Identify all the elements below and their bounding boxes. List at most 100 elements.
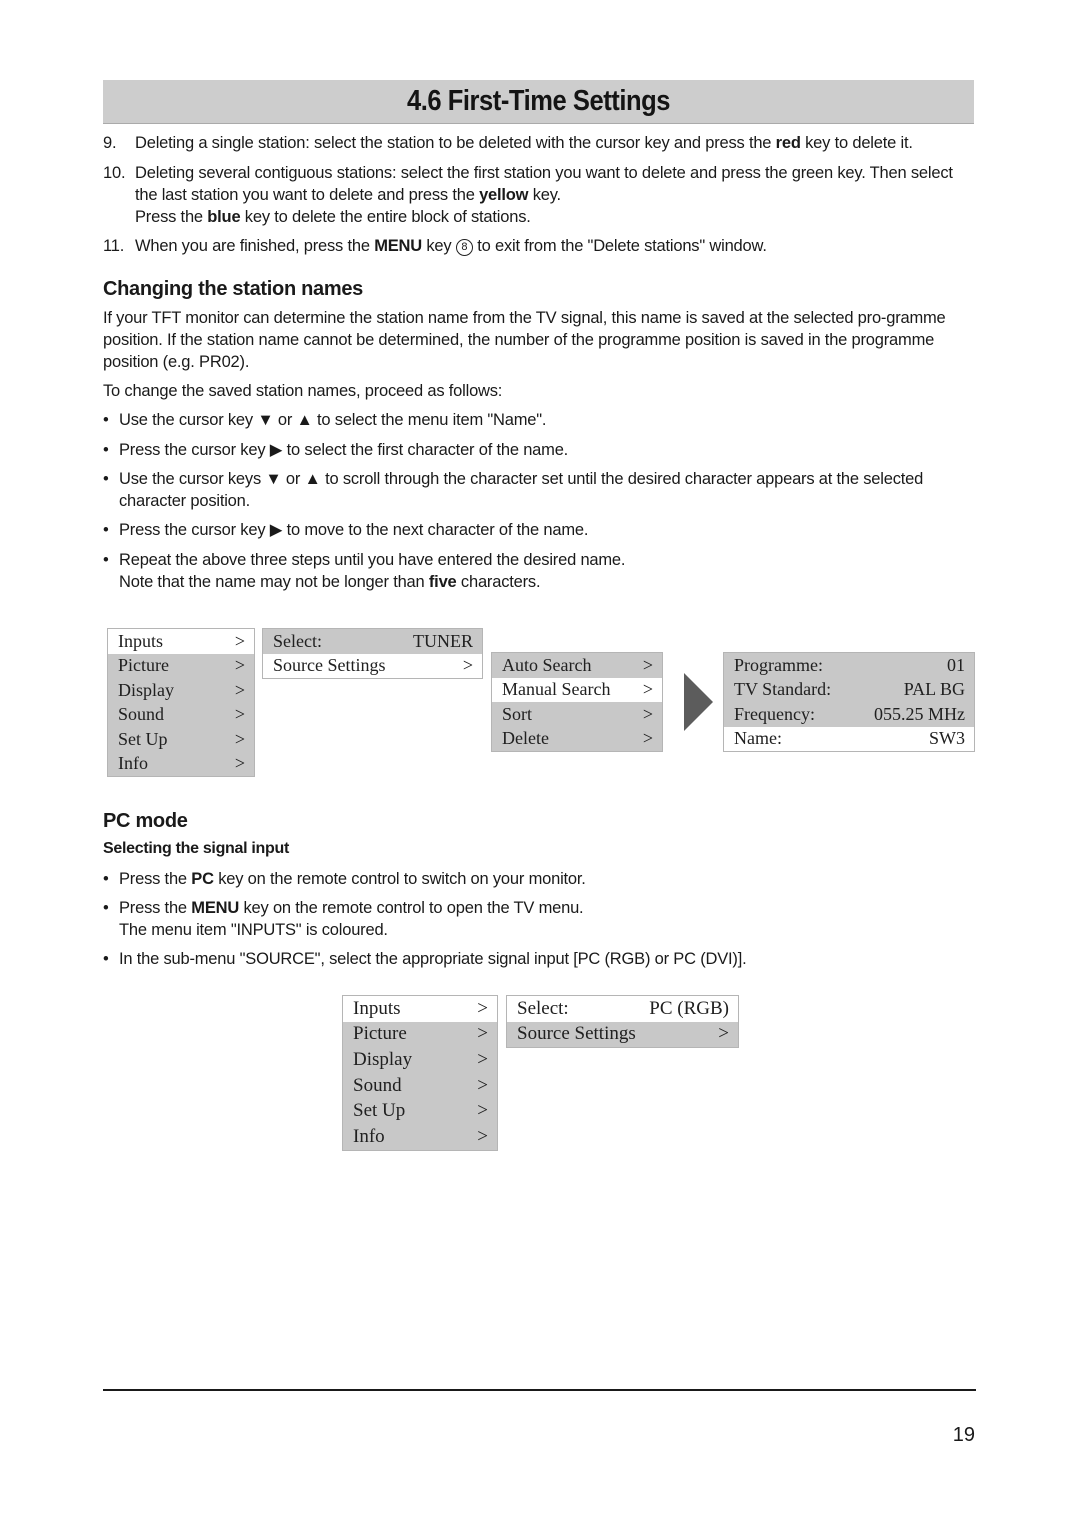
menu-row: Source Settings >: [507, 1022, 738, 1048]
bullet-icon: •: [103, 411, 109, 429]
station-names-heading: Changing the station names: [103, 278, 364, 300]
menu-row: Sound >: [108, 703, 254, 728]
menu-row: Sort >: [492, 702, 662, 727]
menu-row-label: Delete: [502, 728, 549, 749]
bullet-text: Repeat the above three steps until you h…: [119, 551, 626, 591]
menu-row-label: Inputs: [353, 997, 401, 1019]
menu-row: Inputs >: [108, 629, 254, 654]
bullet-text: In the sub-menu "SOURCE", select the app…: [119, 950, 747, 968]
menu-row-label: Sort: [502, 703, 533, 724]
submenu-arrow-icon: >: [477, 1048, 488, 1070]
menu-row: Sound >: [343, 1073, 497, 1099]
submenu-arrow-icon: >: [234, 728, 245, 749]
menu-row: Info >: [343, 1124, 497, 1150]
emphasis-text: MENU: [191, 899, 240, 917]
menu-row: Select: TUNER: [263, 629, 482, 654]
page-number: 19: [952, 1424, 975, 1446]
menu-row-label: Manual Search: [502, 679, 611, 700]
menu-row: Display >: [108, 678, 254, 703]
menu-row: Set Up >: [343, 1098, 497, 1124]
bullet-icon: •: [103, 441, 109, 459]
item-number: 11.: [103, 237, 125, 255]
bullet-text: Press the cursor key ▶ to move to the ne…: [119, 521, 589, 539]
bullet-text: Use the cursor keys ▼ or ▲ to scroll thr…: [119, 470, 924, 510]
menu-row: Set Up >: [108, 727, 254, 752]
menu-row-label: Select:: [273, 630, 322, 651]
footer-rule: [103, 1389, 976, 1391]
bullet-item: • Use the cursor keys ▼ or ▲ to scroll t…: [103, 468, 973, 512]
submenu-arrow-icon: >: [234, 753, 245, 774]
menu-row-label: Source Settings: [517, 1023, 636, 1045]
menu-row: Auto Search >: [492, 653, 662, 678]
submenu-arrow-icon: >: [234, 704, 245, 725]
menu-row-value: >: [718, 1023, 729, 1045]
station-names-intro: If your TFT monitor can determine the st…: [103, 309, 946, 371]
menu-row-label: Info: [118, 753, 148, 774]
circled-key-number-icon: 8: [455, 239, 473, 256]
bullet-icon: •: [103, 470, 109, 488]
tv-source-settings-menu: Auto Search > Manual Search > Sort > Delete >: [491, 652, 663, 752]
menu-row-label: Sound: [118, 704, 165, 725]
emphasis-text: PC: [191, 870, 214, 888]
menu-row: Name: SW3: [724, 726, 974, 751]
menu-row-value: 01: [947, 654, 965, 675]
emphasis-text: red: [775, 134, 801, 152]
menu-row: TV Standard: PAL BG: [724, 678, 974, 703]
menu-row-value: >: [462, 655, 473, 676]
section-title-bar: 4.6 First-Time Settings: [103, 80, 974, 124]
bullet-item: • Repeat the above three steps until you…: [103, 549, 973, 593]
pc-mode-subheading: Selecting the signal input: [103, 840, 289, 857]
menu-row: Source Settings >: [263, 653, 482, 678]
submenu-arrow-icon: >: [477, 1125, 488, 1147]
menu-row-label: Select:: [517, 997, 569, 1019]
bullet-icon: •: [103, 521, 109, 539]
page-title: 4.6 First-Time Settings: [406, 85, 671, 117]
menu-row: Programme: 01: [724, 653, 974, 678]
menu-row: Select: PC (RGB): [507, 996, 738, 1022]
item-text: Deleting a single station: select the st…: [135, 134, 913, 152]
bullet-icon: •: [103, 899, 109, 917]
submenu-arrow-icon: >: [477, 1023, 488, 1045]
bullet-icon: •: [103, 551, 109, 569]
bullet-icon: •: [103, 870, 109, 888]
menu-row-label: Picture: [353, 1023, 407, 1045]
menu-row-label: Sound: [353, 1074, 402, 1096]
menu-row-value: SW3: [929, 728, 965, 749]
item-number: 10.: [103, 164, 126, 182]
menu-row-label: Set Up: [353, 1100, 406, 1122]
item-number: 9.: [103, 134, 117, 152]
submenu-arrow-icon: >: [642, 728, 653, 749]
bullet-text: Use the cursor key ▼ or ▲ to select the …: [119, 411, 547, 429]
menu-row-label: Display: [118, 679, 174, 700]
pc-main-menu: Inputs > Picture > Display > Sound > Set Up > Info…: [342, 995, 498, 1151]
menu-row-value: TUNER: [413, 630, 473, 651]
menu-row-label: Picture: [118, 655, 169, 676]
emphasis-text: five: [428, 573, 457, 591]
bullet-text: Press the PC key on the remote control t…: [119, 870, 586, 888]
submenu-arrow-icon: >: [234, 679, 245, 700]
bullet-item: • Press the cursor key ▶ to move to the …: [103, 519, 973, 541]
menu-row: Frequency: 055.25 MHz: [724, 702, 974, 727]
right-triangle-arrow-icon: [684, 673, 713, 731]
emphasis-text: yellow: [479, 186, 529, 204]
menu-row-label: Display: [353, 1048, 413, 1070]
bullet-item: • In the sub-menu "SOURCE", select the a…: [103, 948, 973, 970]
submenu-arrow-icon: >: [234, 655, 245, 676]
submenu-arrow-icon: >: [477, 1100, 488, 1122]
bullet-text: Press the MENU key on the remote control…: [119, 899, 584, 939]
menu-row-label: Name:: [734, 728, 782, 749]
menu-row-label: Inputs: [118, 630, 163, 651]
tv-manual-search-panel: Programme: 01 TV Standard: PAL BG Frequency:…: [723, 652, 975, 752]
pc-inputs-menu: Select: PC (RGB) Source Settings >: [506, 995, 739, 1049]
menu-row: Delete >: [492, 727, 662, 752]
menu-row-label: Auto Search: [502, 654, 592, 675]
numbered-item-10: 10. Deleting several contiguous stations…: [103, 162, 973, 228]
emphasis-text: MENU: [374, 237, 422, 255]
item-text: Deleting several contiguous stations: se…: [135, 164, 953, 226]
menu-row-value: 055.25 MHz: [874, 703, 965, 724]
menu-row-label: TV Standard:: [734, 679, 832, 700]
emphasis-text: blue: [207, 208, 241, 226]
bullet-item: • Press the MENU key on the remote contr…: [103, 897, 973, 941]
menu-row-label: Set Up: [118, 728, 168, 749]
tv-inputs-menu: Select: TUNER Source Settings >: [262, 628, 483, 679]
